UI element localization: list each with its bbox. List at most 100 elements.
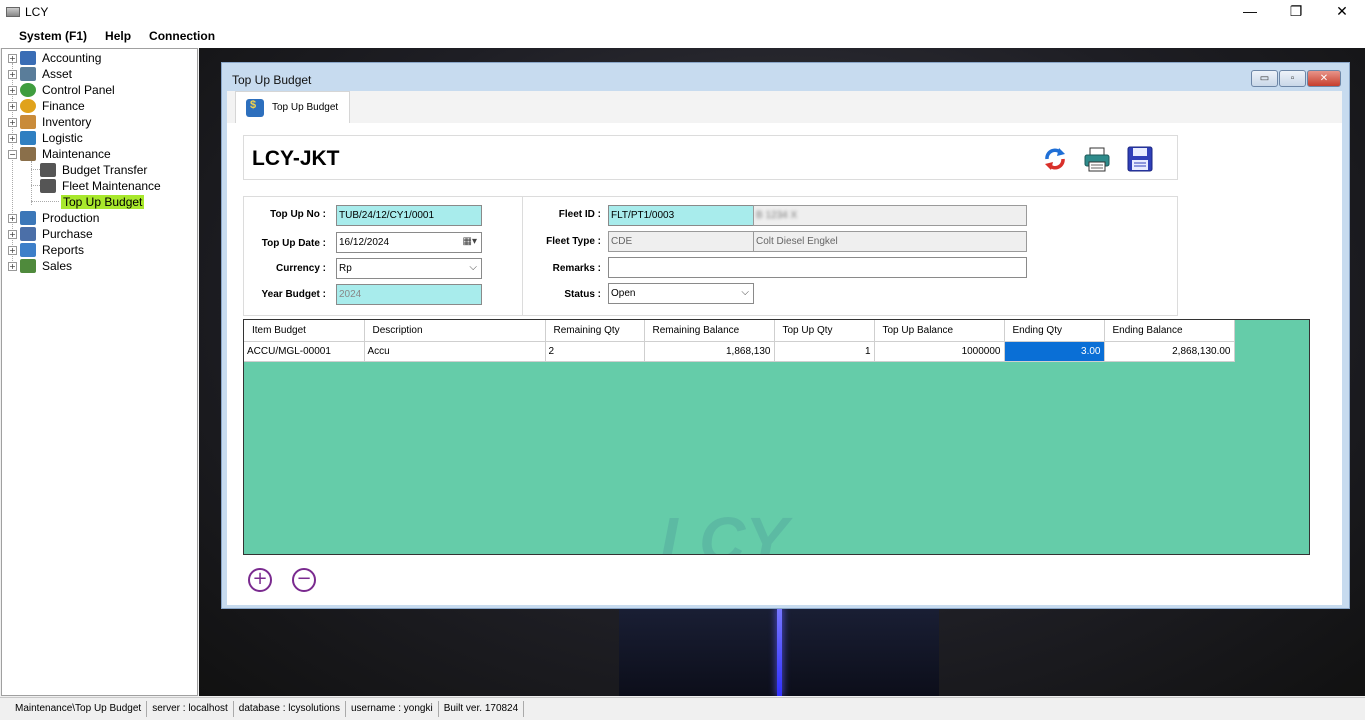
tree-item-budget-transfer[interactable]: Budget Transfer (40, 162, 149, 178)
child-close-button[interactable]: ✕ (1307, 70, 1341, 87)
tree-item-reports[interactable]: + Reports (8, 242, 86, 258)
expand-icon[interactable]: + (8, 85, 17, 95)
fleet-maintenance-icon (40, 179, 56, 193)
cell-item-budget[interactable]: ACCU/MGL-00001 (244, 341, 365, 362)
child-minimize-button[interactable]: ▭ (1251, 70, 1278, 87)
add-row-button[interactable]: + (248, 568, 272, 592)
tree-item-label: Asset (42, 67, 73, 81)
cell-ending-qty[interactable]: 3.00 (1004, 341, 1105, 362)
column-header-top-up-balance[interactable]: Top Up Balance (874, 320, 1005, 342)
purchase-icon (20, 227, 36, 241)
fleet-type-field: CDE (608, 231, 754, 252)
column-header-ending-qty[interactable]: Ending Qty (1004, 320, 1105, 342)
tree-item-label: Inventory (42, 115, 92, 129)
currency-value: Rp (339, 263, 352, 274)
expand-icon[interactable]: + (8, 101, 17, 111)
tree-item-label: Reports (42, 243, 85, 257)
currency-label: Currency : (275, 263, 326, 274)
status-username: username : yongki (346, 701, 439, 717)
tree-item-control-panel[interactable]: + Control Panel (8, 82, 117, 98)
cell-ending-balance[interactable]: 2,868,130.00 (1104, 341, 1235, 362)
child-restore-button[interactable]: ▫ (1279, 70, 1306, 87)
inventory-icon (20, 115, 36, 129)
top-up-no-label: Top Up No : (270, 209, 326, 220)
fleet-type-label: Fleet Type : (546, 236, 601, 247)
tab-top-up-budget[interactable]: Top Up Budget (235, 91, 350, 123)
column-header-top-up-qty[interactable]: Top Up Qty (774, 320, 875, 342)
expand-icon[interactable]: + (8, 213, 17, 223)
tree-item-purchase[interactable]: + Purchase (8, 226, 95, 242)
top-up-budget-window: Top Up Budget ▭ ▫ ✕ Top Up Budget LCY-JK… (221, 62, 1350, 609)
tree-item-maintenance[interactable]: − Maintenance (8, 146, 113, 162)
expand-icon[interactable]: + (8, 117, 17, 127)
tree-item-label: Top Up Budget (61, 195, 145, 209)
remove-row-button[interactable]: − (292, 568, 316, 592)
print-icon[interactable] (1083, 145, 1111, 173)
column-header-item-budget[interactable]: Item Budget (244, 320, 365, 342)
window-controls: — ❐ ✕ (1227, 0, 1365, 22)
expand-icon[interactable]: + (8, 261, 17, 271)
column-header-remaining-balance[interactable]: Remaining Balance (644, 320, 775, 342)
production-icon (20, 211, 36, 225)
logistic-icon (20, 131, 36, 145)
save-icon[interactable] (1126, 145, 1154, 173)
status-label: Status : (564, 289, 601, 300)
column-header-remaining-qty[interactable]: Remaining Qty (545, 320, 645, 342)
calendar-dropdown-icon[interactable]: ▦▾ (463, 236, 477, 247)
form-panel: Top Up No : TUB/24/12/CY1/0001 Top Up Da… (243, 196, 1178, 316)
chevron-down-icon: ⌵ (469, 262, 477, 273)
form-content: LCY-JKT Top Up No: TUB/24/12/CY1/0001 T… (227, 123, 1342, 605)
status-build-version: Built ver. 170824 (439, 701, 525, 717)
title-bar: LCY — ❐ ✕ (0, 0, 1365, 24)
reports-icon (20, 243, 36, 257)
tree-item-label: Production (42, 211, 100, 225)
menu-connection[interactable]: Connection (140, 29, 224, 43)
collapse-icon[interactable]: − (8, 149, 17, 159)
top-up-no-field[interactable]: TUB/24/12/CY1/0001 (336, 205, 482, 226)
table-header-row: Item Budget Description Remaining Qty Re… (244, 320, 1235, 342)
refresh-icon[interactable] (1041, 145, 1069, 173)
top-up-date-value: 16/12/2024 (339, 237, 390, 248)
menu-help[interactable]: Help (96, 29, 140, 43)
maintenance-icon (20, 147, 36, 161)
app-icon (6, 7, 20, 17)
budget-icon (246, 98, 264, 117)
tree-item-finance[interactable]: + Finance (8, 98, 87, 114)
cell-description[interactable]: Accu (364, 341, 546, 362)
budget-items-grid: LCY Item Budget Description Remaining Qt… (243, 319, 1310, 555)
tree-item-fleet-maintenance[interactable]: Fleet Maintenance (40, 178, 163, 194)
top-up-date-picker[interactable]: 16/12/2024 ▦▾ (336, 232, 482, 253)
tree-item-label: Sales (42, 259, 73, 273)
menu-system[interactable]: System (F1) (10, 29, 96, 43)
tree-item-label: Finance (42, 99, 85, 113)
fleet-id-field[interactable]: FLT/PT1/0003 (608, 205, 754, 226)
expand-icon[interactable]: + (8, 53, 17, 63)
tree-item-production[interactable]: + Production (8, 210, 101, 226)
expand-icon[interactable]: + (8, 69, 17, 79)
budget-transfer-icon (40, 163, 56, 177)
close-button[interactable]: ✕ (1319, 0, 1365, 22)
tree-item-sales[interactable]: + Sales (8, 258, 74, 274)
tree-item-inventory[interactable]: + Inventory (8, 114, 93, 130)
currency-select[interactable]: Rp ⌵ (336, 258, 482, 279)
accounting-icon (20, 51, 36, 65)
expand-icon[interactable]: + (8, 133, 17, 143)
status-select[interactable]: Open ⌵ (608, 283, 754, 304)
year-budget-field[interactable]: 2024 (336, 284, 482, 305)
tree-item-top-up-budget[interactable]: Top Up Budget (61, 194, 145, 210)
tab-label: Top Up Budget (272, 102, 339, 113)
tree-item-label: Control Panel (42, 83, 115, 97)
remarks-field[interactable] (608, 257, 1027, 278)
column-header-description[interactable]: Description (364, 320, 546, 342)
tree-item-asset[interactable]: + Asset (8, 66, 74, 82)
tree-item-logistic[interactable]: + Logistic (8, 130, 85, 146)
tree-item-label: Accounting (42, 51, 102, 65)
expand-icon[interactable]: + (8, 229, 17, 239)
window-title: Top Up Budget (232, 73, 312, 87)
column-header-ending-balance[interactable]: Ending Balance (1104, 320, 1235, 342)
tree-item-accounting[interactable]: + Accounting (8, 50, 103, 66)
minimize-button[interactable]: — (1227, 0, 1273, 22)
expand-icon[interactable]: + (8, 245, 17, 255)
tree-item-label: Budget Transfer (62, 163, 148, 177)
restore-button[interactable]: ❐ (1273, 0, 1319, 22)
